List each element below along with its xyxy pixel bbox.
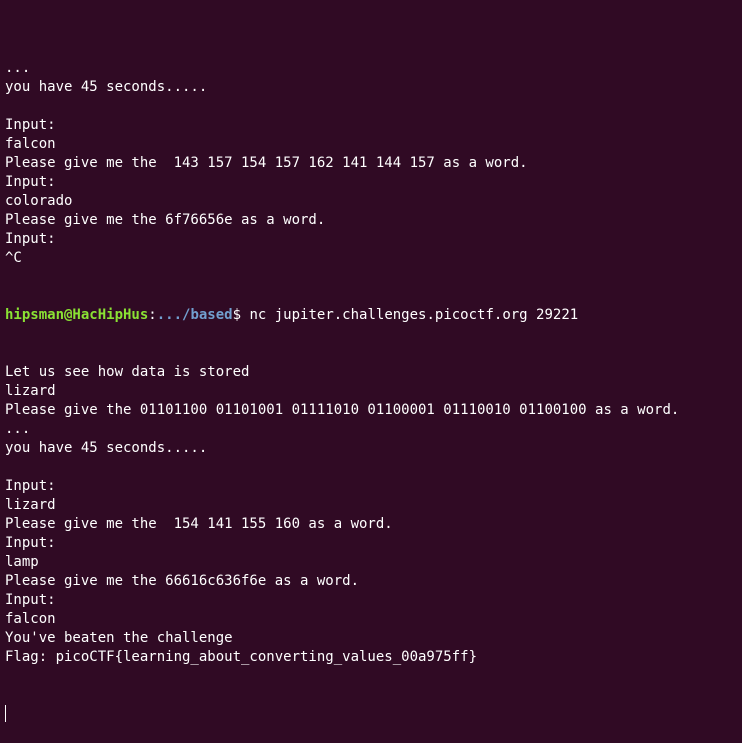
- text-cursor: [5, 705, 6, 722]
- output-block-previous: ... you have 45 seconds..... Input: falcon P…: [5, 59, 742, 268]
- prompt-path: .../based: [156, 307, 233, 323]
- input-cursor-line[interactable]: [5, 705, 742, 724]
- terminal-line: falcon: [5, 136, 56, 152]
- output-block-current: Let us see how data is stored lizard Pleas…: [5, 363, 742, 667]
- terminal-line: Input:: [5, 535, 56, 551]
- terminal-line: Please give me the 66616c636f6e as a wor…: [5, 573, 360, 589]
- terminal-line: Input:: [5, 174, 56, 190]
- prompt-separator: :: [148, 307, 157, 323]
- terminal-line: You've beaten the challenge: [5, 630, 233, 646]
- prompt-user-host: hipsman@HacHipHus: [5, 307, 149, 323]
- terminal-line: Please give me the 6f76656e as a word.: [5, 212, 326, 228]
- terminal-line: Flag: picoCTF{learning_about_converting_…: [5, 649, 478, 665]
- terminal-line: Please give me the 143 157 154 157 162 1…: [5, 155, 528, 171]
- terminal-line: lamp: [5, 554, 39, 570]
- command-prompt-line: hipsman@HacHipHus:.../based$ nc jupiter.…: [5, 306, 742, 325]
- terminal-line: colorado: [5, 193, 73, 209]
- command-text: nc jupiter.challenges.picoctf.org 29221: [241, 307, 579, 323]
- terminal-line: you have 45 seconds.....: [5, 440, 208, 456]
- terminal-line: Input:: [5, 478, 56, 494]
- terminal-line: ^C: [5, 250, 22, 266]
- terminal-line: Please give the 01101100 01101001 011110…: [5, 402, 680, 418]
- terminal-line: Please give me the 154 141 155 160 as a …: [5, 516, 393, 532]
- terminal-line: lizard: [5, 383, 56, 399]
- terminal-output[interactable]: ... you have 45 seconds..... Input: falcon P…: [5, 21, 742, 743]
- terminal-line: Input:: [5, 592, 56, 608]
- terminal-line: falcon: [5, 611, 56, 627]
- terminal-line: Input:: [5, 117, 56, 133]
- prompt-symbol: $: [232, 307, 242, 323]
- terminal-line: lizard: [5, 497, 56, 513]
- terminal-line: ...: [5, 421, 31, 437]
- terminal-line: you have 45 seconds.....: [5, 79, 208, 95]
- terminal-line: ...: [5, 60, 31, 76]
- terminal-line: Input:: [5, 231, 56, 247]
- terminal-line: Let us see how data is stored: [5, 364, 250, 380]
